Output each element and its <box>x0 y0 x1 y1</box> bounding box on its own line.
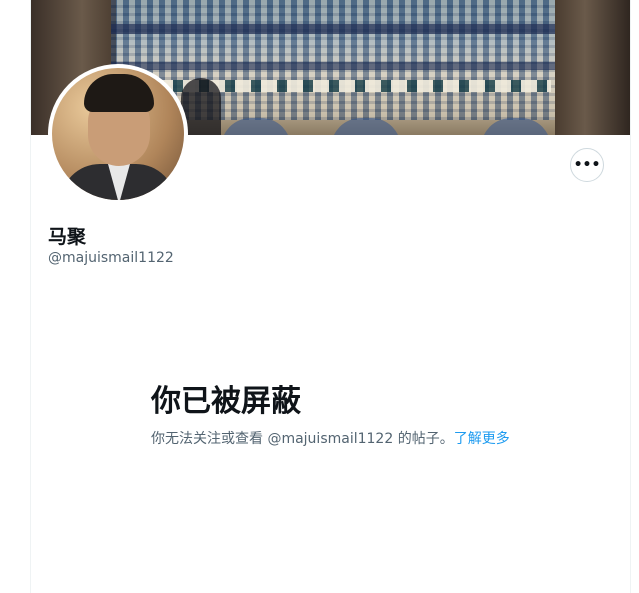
more-options-button[interactable]: ••• <box>570 148 604 182</box>
blocked-title: 你已被屏蔽 <box>151 384 301 419</box>
banner-pillar-right <box>555 0 630 135</box>
avatar-hair <box>84 74 154 112</box>
profile-column: ••• 马聚 @majuismail1122 你已被屏蔽 你无法关注或查看 @m… <box>30 0 631 593</box>
blocked-description-text: 你无法关注或查看 @majuismail1122 的帖子。 <box>151 431 454 447</box>
profile-display-name: 马聚 <box>48 226 87 248</box>
user-avatar-icon[interactable] <box>52 68 184 200</box>
banner-pattern-band <box>111 62 561 70</box>
banner-arch <box>481 118 551 135</box>
learn-more-link[interactable]: 了解更多 <box>454 431 510 447</box>
ellipsis-icon: ••• <box>573 157 601 173</box>
banner-arch <box>221 118 291 135</box>
profile-handle: @majuismail1122 <box>48 250 174 266</box>
blocked-description: 你无法关注或查看 @majuismail1122 的帖子。了解更多 <box>151 429 511 449</box>
banner-arch <box>331 118 401 135</box>
blocked-notice: 你已被屏蔽 你无法关注或查看 @majuismail1122 的帖子。了解更多 <box>151 383 511 449</box>
avatar-frame[interactable] <box>48 64 188 204</box>
banner-inscription-band <box>111 24 561 34</box>
